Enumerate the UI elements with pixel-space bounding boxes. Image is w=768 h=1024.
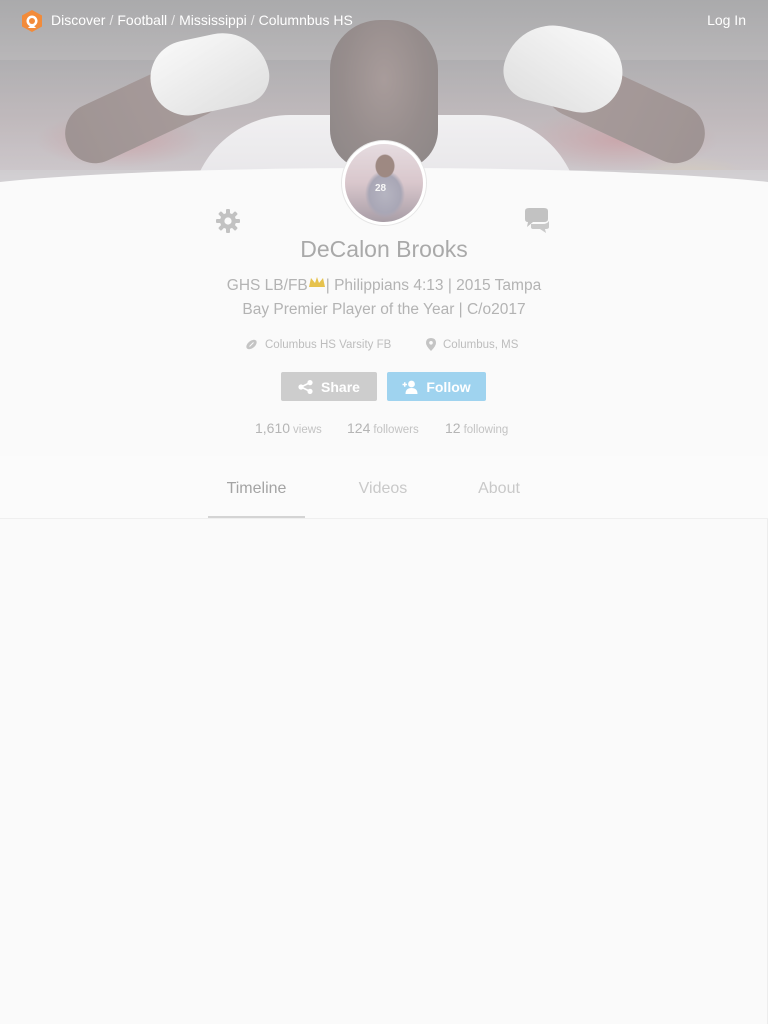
- followers-stat[interactable]: 124 followers: [347, 420, 419, 436]
- bio-line1-end: | Philippians 4:13 | 2015 Tampa: [325, 277, 542, 294]
- breadcrumb: Discover / Football / Mississippi / Columnbus …: [51, 12, 353, 28]
- active-tab-indicator: [208, 516, 305, 518]
- following-label: following: [463, 424, 509, 436]
- football-icon: [246, 339, 257, 350]
- share-label: Share: [321, 378, 360, 395]
- views-stat: 1,610 views: [255, 420, 322, 436]
- follow-button[interactable]: Follow: [387, 372, 486, 401]
- tab-timeline[interactable]: Timeline: [208, 480, 305, 498]
- breadcrumb-mississippi[interactable]: Mississippi: [179, 12, 247, 28]
- breadcrumb-separator: /: [250, 12, 255, 28]
- followers-label: followers: [373, 424, 419, 436]
- breadcrumb-school[interactable]: Columnbus HS: [259, 12, 353, 28]
- following-count: 12: [445, 420, 461, 436]
- profile-name: DeCalon Brooks: [300, 236, 468, 262]
- breadcrumb-separator: /: [171, 12, 176, 28]
- share-icon: [298, 379, 313, 394]
- views-label: views: [293, 424, 322, 436]
- profile-page: Discover / Football / Mississippi / Columnbus …: [0, 0, 768, 1024]
- bio-line1-start: GHS LB/FB: [226, 277, 308, 294]
- share-button[interactable]: Share: [281, 372, 377, 401]
- followers-count: 124: [347, 420, 371, 436]
- map-pin-icon: [426, 338, 436, 351]
- profile-bio: GHS LB/FB | Philippians 4:13 | 2015 Tampa…: [205, 274, 563, 322]
- breadcrumb-discover[interactable]: Discover: [51, 12, 105, 28]
- profile-tabs: Timeline Videos About: [0, 456, 768, 519]
- login-link[interactable]: Log In: [707, 12, 746, 28]
- gear-icon[interactable]: [215, 208, 241, 234]
- timeline-content: [0, 519, 768, 1024]
- avatar[interactable]: 28: [342, 141, 426, 225]
- hudl-logo-icon[interactable]: [20, 9, 44, 33]
- follow-label: Follow: [426, 378, 471, 395]
- top-nav: Discover / Football / Mississippi / Columnbus …: [0, 0, 768, 42]
- breadcrumb-football[interactable]: Football: [117, 12, 167, 28]
- following-stat[interactable]: 12 following: [445, 420, 508, 436]
- chat-bubbles-icon[interactable]: [522, 207, 552, 233]
- team-name: Columbus HS Varsity FB: [265, 338, 392, 351]
- breadcrumb-separator: /: [109, 12, 114, 28]
- team-link[interactable]: Columbus HS Varsity FB: [245, 338, 391, 351]
- profile-meta: Columbus HS Varsity FB Columbus, MS: [0, 338, 768, 354]
- bio-line2: Bay Premier Player of the Year | C/o2017: [242, 301, 526, 318]
- crown-emoji-icon: [308, 277, 325, 287]
- tab-videos[interactable]: Videos: [340, 480, 426, 498]
- profile-stats: 1,610 views 124 followers 12 following: [0, 420, 768, 438]
- views-count: 1,610: [255, 420, 291, 436]
- location: Columbus, MS: [426, 338, 518, 351]
- add-user-icon: [402, 380, 418, 394]
- tab-about[interactable]: About: [460, 480, 538, 498]
- location-text: Columbus, MS: [443, 338, 519, 351]
